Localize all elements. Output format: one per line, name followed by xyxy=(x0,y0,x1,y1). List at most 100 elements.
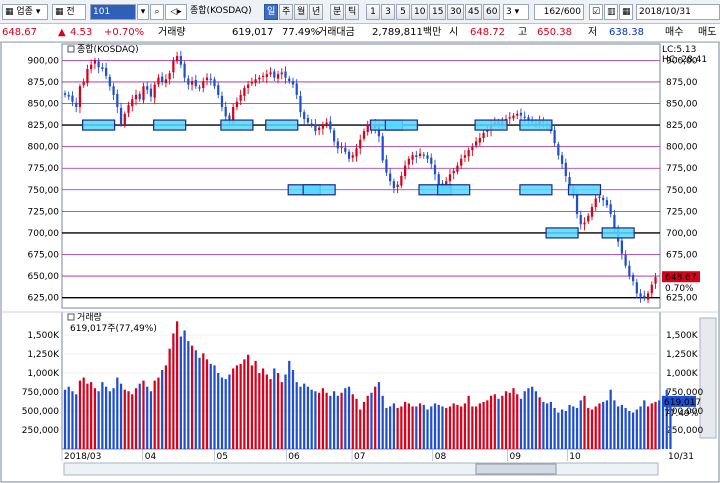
period-week-tab[interactable]: 주 xyxy=(279,4,293,20)
volume-bar xyxy=(441,406,444,449)
market-scope-select[interactable]: ▦ 전 xyxy=(52,4,86,20)
interval-1-button[interactable]: 1 xyxy=(366,4,380,20)
candle-body xyxy=(396,184,399,188)
candle-body xyxy=(400,175,403,186)
volume-bar xyxy=(127,391,130,449)
candle-body xyxy=(168,73,171,80)
period-year-tab[interactable]: 년 xyxy=(309,4,323,20)
period-minute-tab[interactable]: 분 xyxy=(330,4,344,20)
market-scope-label: 전 xyxy=(66,7,75,17)
search-icon[interactable]: ⌕ xyxy=(150,4,164,20)
interval-select[interactable]: 3 ▾ xyxy=(503,4,529,20)
interval-15-button[interactable]: 15 xyxy=(429,4,446,20)
market-type-select[interactable]: ▦ 업종 ▾ xyxy=(2,4,48,20)
volume-bar xyxy=(90,382,93,449)
volume-bar xyxy=(213,365,216,449)
x-tick-label: 09 xyxy=(510,452,522,462)
period-tick-tab[interactable]: 틱 xyxy=(345,4,359,20)
candle-body xyxy=(422,154,425,156)
volume-bar xyxy=(523,391,526,449)
volume-bar xyxy=(172,333,175,449)
amount-label: 거래대금 xyxy=(318,27,355,38)
count-total: /600 xyxy=(560,7,581,17)
interval-60-button[interactable]: 60 xyxy=(483,4,500,20)
volume-bar xyxy=(314,391,317,449)
volume-bar xyxy=(587,407,590,449)
candle-body xyxy=(340,146,343,148)
volume-bar xyxy=(232,368,235,449)
candle-body xyxy=(157,77,160,85)
current-price-marker-label: 648.67 xyxy=(665,273,697,283)
candle-body xyxy=(418,153,422,156)
volume-bar xyxy=(142,380,145,449)
calendar-icon[interactable]: ▦ xyxy=(619,4,633,20)
volume-bar xyxy=(489,395,493,449)
volume-bar xyxy=(374,386,377,449)
price-tick-label-left: 625,00 xyxy=(28,294,60,304)
period-month-tab[interactable]: 월 xyxy=(294,4,308,20)
volume-bar xyxy=(639,406,642,449)
volume-bar xyxy=(418,403,422,449)
volume-legend: 거래량 xyxy=(77,311,102,323)
buy-button[interactable]: 매수 xyxy=(665,25,683,41)
interval-3-button[interactable]: 3 xyxy=(381,4,395,20)
volume-ratio: 77.49% xyxy=(282,27,321,38)
period-day-tab[interactable]: 일 xyxy=(264,4,278,20)
volume-bar xyxy=(347,386,351,449)
volume-bar xyxy=(280,382,283,449)
code-input[interactable]: 101 xyxy=(90,4,136,20)
legend-square-icon xyxy=(67,313,75,321)
volume-tick-label-right: 250,000 xyxy=(666,426,703,436)
sell-button[interactable]: 매도 xyxy=(698,25,716,41)
price-tick-label-left: 700,00 xyxy=(28,229,60,239)
date-input[interactable]: 2018/10/31 xyxy=(636,4,720,20)
speaker-icon[interactable]: ◁▸ xyxy=(165,4,187,20)
candle-body xyxy=(288,78,291,82)
volume-bar xyxy=(362,401,366,449)
volume-bar xyxy=(474,406,478,449)
low-price: 638.38 xyxy=(609,27,644,38)
grid-icon: ▦ xyxy=(55,7,64,17)
candle-body xyxy=(127,105,130,113)
interval-5-button[interactable]: 5 xyxy=(396,4,410,20)
pattern-box xyxy=(519,184,553,196)
candle-body xyxy=(258,77,261,80)
candle-body xyxy=(508,117,511,119)
volume-bar xyxy=(82,377,85,449)
count-input[interactable]: 162/600 xyxy=(534,4,584,20)
volume-bar xyxy=(456,404,459,449)
volume-bar xyxy=(265,374,268,449)
chart-svg[interactable]: 900,00 900,00875,00 875,00850,00 850,00825,… xyxy=(0,42,720,483)
candle-body xyxy=(389,173,392,182)
interval-30-button[interactable]: 30 xyxy=(447,4,464,20)
volume-bar xyxy=(519,398,523,449)
volume-bar xyxy=(261,368,265,449)
volume-bar xyxy=(448,406,452,449)
candle-body xyxy=(437,174,440,185)
volume-bar xyxy=(389,406,392,449)
volume-bar xyxy=(63,389,67,449)
chart-area[interactable]: 900,00 900,00 875,00 875,00 850,00 850,00 825,… xyxy=(0,42,720,483)
interval-45-button[interactable]: 45 xyxy=(465,4,482,20)
volume-bar xyxy=(306,386,310,449)
checkbox-icon[interactable]: ☑ xyxy=(589,4,603,20)
x-end-label: 10/31 xyxy=(668,452,694,462)
pattern-box xyxy=(567,184,602,196)
candle-body xyxy=(403,165,407,176)
amount-value: 2,789,811백만 xyxy=(372,27,442,38)
candle-body xyxy=(392,181,396,189)
candle-body xyxy=(112,86,115,95)
toolbar: ▦ 업종 ▾ ▦ 전 101 ▾ ⌕ ◁▸ 종합(KOSDAQ) 일 주 월 년… xyxy=(0,0,720,24)
volume-bar xyxy=(254,360,257,449)
price-tick-label-right: 850,00 xyxy=(666,99,698,109)
volume-bar xyxy=(553,407,556,449)
layout-icon[interactable]: ▥ xyxy=(604,4,618,20)
volume-bar xyxy=(392,403,396,449)
volume-bar xyxy=(295,382,298,449)
dropdown-arrow-icon[interactable]: ▾ xyxy=(137,4,149,20)
x-tick-label: 06 xyxy=(288,452,300,462)
volume-bar xyxy=(527,388,530,449)
volume-bar xyxy=(239,363,242,449)
interval-10-button[interactable]: 10 xyxy=(411,4,428,20)
candle-body xyxy=(101,67,104,69)
